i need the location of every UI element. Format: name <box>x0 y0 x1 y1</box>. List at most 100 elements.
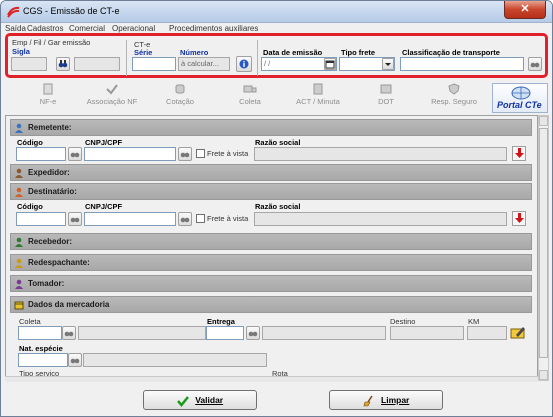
person-icon <box>15 279 23 289</box>
entrega-desc-input[interactable] <box>262 326 386 340</box>
edit-folder-icon[interactable] <box>510 324 526 340</box>
remetente-cnpj-input[interactable] <box>84 147 176 161</box>
dot-label: DOT <box>378 97 394 106</box>
calendar-button[interactable] <box>324 58 336 70</box>
nat-especie-search-button[interactable] <box>68 353 82 367</box>
numero-input[interactable]: à calcular... <box>178 57 230 71</box>
destinatario-frete-checkbox[interactable] <box>196 214 205 223</box>
validar-button[interactable]: Validar <box>143 390 257 410</box>
classificacao-search-button[interactable] <box>528 57 542 71</box>
remetente-cnpj-search-button[interactable] <box>178 147 192 161</box>
limpar-button[interactable]: Limpar <box>329 390 443 410</box>
nfe-button[interactable]: NF-e <box>19 83 77 113</box>
remetente-frete-checkbox[interactable] <box>196 149 205 158</box>
title-bar: CGS - Emissão de CT-e ✕ <box>1 1 552 23</box>
clipboard-icon <box>313 83 323 95</box>
entrega-search-button[interactable] <box>246 326 260 340</box>
section-redespachante[interactable]: Redespachante: <box>10 254 532 271</box>
check-icon <box>176 395 189 407</box>
nfe-label: NF-e <box>39 97 57 106</box>
cotacao-button[interactable]: Cotação <box>151 83 209 113</box>
app-logo-icon <box>7 6 20 18</box>
vertical-scrollbar[interactable] <box>538 115 549 381</box>
destinatario-razao-input[interactable] <box>254 212 507 226</box>
destinatario-codigo-input[interactable] <box>16 212 66 226</box>
menu-cadastros[interactable]: Cadastros <box>27 24 63 33</box>
coins-icon <box>175 84 185 94</box>
resp-seguro-label: Resp. Seguro <box>431 97 477 106</box>
entrega-input[interactable] <box>206 326 244 340</box>
remetente-codigo-search-button[interactable] <box>68 147 82 161</box>
section-title: Destinatário: <box>28 187 77 196</box>
scroll-thumb[interactable] <box>539 128 548 358</box>
section-mercadoria[interactable]: Dados da mercadoria <box>10 296 532 313</box>
window-title: CGS - Emissão de CT-e <box>23 6 120 16</box>
shield-icon <box>448 83 460 95</box>
broom-icon <box>363 395 373 407</box>
classificacao-label: Classificação de transporte <box>402 48 500 57</box>
dot-button[interactable]: DOT <box>357 83 415 113</box>
destinatario-cnpj-search-button[interactable] <box>178 212 192 226</box>
associacao-nf-button[interactable]: Associação NF <box>83 83 141 113</box>
remetente-codigo-input[interactable] <box>16 147 66 161</box>
razao-social-label: Razão social <box>255 202 301 211</box>
cnpj-label: CNPJ/CPF <box>85 202 123 211</box>
arrow-down-icon <box>514 213 524 223</box>
destinatario-action-button[interactable] <box>512 211 526 226</box>
section-destinatario[interactable]: Destinatário: <box>10 183 532 200</box>
sigla-search-button[interactable] <box>56 57 70 71</box>
destinatario-codigo-search-button[interactable] <box>68 212 82 226</box>
km-input[interactable] <box>467 326 507 340</box>
section-title: Expedidor: <box>28 168 70 177</box>
act-minuta-button[interactable]: ACT / Minuta <box>289 83 347 113</box>
section-tomador[interactable]: Tomador: <box>10 275 532 292</box>
remetente-action-button[interactable] <box>512 146 526 161</box>
menu-comercial[interactable]: Comercial <box>69 24 105 33</box>
destino-input[interactable] <box>390 326 464 340</box>
section-title: Dados da mercadoria <box>28 300 110 309</box>
tipo-frete-dropdown[interactable] <box>382 58 394 70</box>
binoculars-icon <box>70 152 80 158</box>
coleta-search-button[interactable] <box>62 326 76 340</box>
cte-window: CGS - Emissão de CT-e ✕ Saída Cadastros … <box>0 0 553 417</box>
menu-procedimentos[interactable]: Procedimentos auxiliares <box>169 24 258 33</box>
person-icon <box>15 258 23 268</box>
coleta-label: Coleta <box>19 317 41 326</box>
resp-seguro-button[interactable]: Resp. Seguro <box>425 83 483 113</box>
classificacao-input[interactable] <box>400 57 524 71</box>
nat-especie-desc-input[interactable] <box>83 353 267 367</box>
cnpj-label: CNPJ/CPF <box>85 138 123 147</box>
portal-cte-button[interactable]: Portal CTe <box>492 83 548 113</box>
close-button[interactable]: ✕ <box>504 1 546 19</box>
coleta-desc-input[interactable] <box>78 326 206 340</box>
binoculars-icon <box>248 331 258 337</box>
binoculars-icon <box>70 358 80 364</box>
person-icon <box>15 237 23 247</box>
sigla-input[interactable] <box>11 57 47 71</box>
razao-social-label: Razão social <box>255 138 301 147</box>
remetente-razao-input[interactable] <box>254 147 507 161</box>
binoculars-icon <box>530 62 540 68</box>
frete-avista-label: Frete à vista <box>207 214 249 223</box>
scroll-up-button[interactable] <box>539 116 548 126</box>
scroll-down-button[interactable] <box>539 370 548 380</box>
horizontal-scrollbar[interactable] <box>5 376 538 382</box>
person-icon <box>15 187 23 197</box>
menu-saida[interactable]: Saída <box>5 24 26 33</box>
tipo-frete-label: Tipo frete <box>341 48 376 57</box>
section-remetente[interactable]: Remetente: <box>10 119 532 136</box>
coleta-input[interactable] <box>18 326 62 340</box>
limpar-label: Limpar <box>381 395 410 405</box>
coleta-button[interactable]: Coleta <box>221 83 279 113</box>
section-recebedor[interactable]: Recebedor: <box>10 233 532 250</box>
filial-input[interactable] <box>74 57 120 71</box>
close-icon: ✕ <box>520 3 530 15</box>
section-expedidor[interactable]: Expedidor: <box>10 164 532 181</box>
destinatario-cnpj-input[interactable] <box>84 212 176 226</box>
serie-input[interactable] <box>132 57 176 71</box>
numero-info-button[interactable] <box>236 56 252 72</box>
km-label: KM <box>468 317 480 326</box>
serie-label: Série <box>134 48 153 57</box>
menu-operacional[interactable]: Operacional <box>112 24 155 33</box>
nat-especie-input[interactable] <box>18 353 68 367</box>
